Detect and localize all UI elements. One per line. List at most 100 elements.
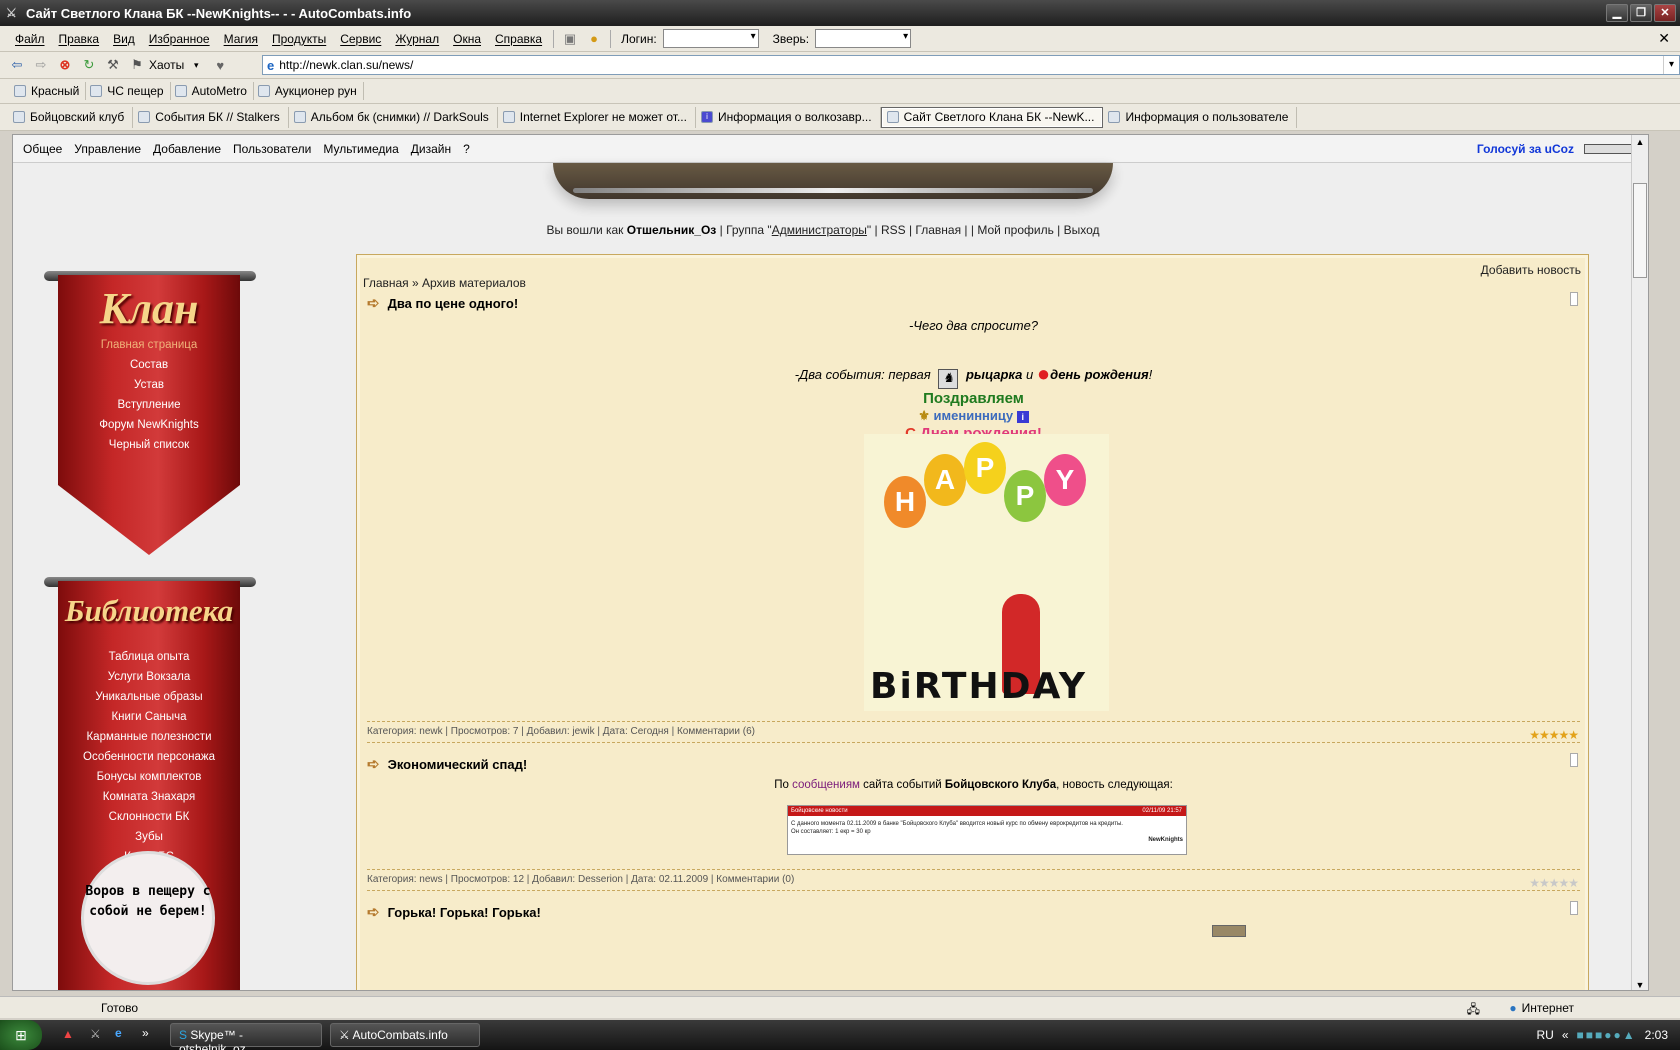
scroll-down-icon[interactable]: ▼ [1633,978,1647,990]
tab-ie-error[interactable]: Internet Explorer не может от... [498,106,696,128]
library-item-unique[interactable]: Уникальные образы [58,687,240,707]
library-item-exp-table[interactable]: Таблица опыта [58,647,240,667]
opacity-slider[interactable] [1584,144,1638,154]
rating-stars[interactable]: ★★★★★ [1529,873,1579,893]
ucoz-menu-design[interactable]: Дизайн [405,142,457,156]
quicklaunch-icon[interactable]: ▲ [62,1027,74,1041]
maximize-button[interactable]: ❐ [1630,4,1652,22]
library-item-station[interactable]: Услуги Вокзала [58,667,240,687]
post-title[interactable]: ➪ Два по цене одного! [367,294,518,312]
link-cs-caves[interactable]: ЧС пещер [86,82,171,100]
castle-icon[interactable]: ▣ [561,30,579,48]
chevron-right-icon[interactable]: » [142,1026,149,1040]
breadcrumb[interactable]: Главная » Архив материалов [363,276,526,290]
chevron-down-icon[interactable]: ▾ [1663,56,1679,74]
edit-icon[interactable] [1570,292,1578,306]
tab-user-info[interactable]: Информация о пользователе [1103,106,1298,128]
clan-item-blacklist[interactable]: Черный список [58,435,240,455]
arrow-icon: ➪ [367,756,380,773]
clan-item-join[interactable]: Вступление [58,395,240,415]
close-button[interactable]: ✕ [1654,4,1676,22]
library-item-healer[interactable]: Комната Знахаря [58,787,240,807]
menu-magic[interactable]: Магия [217,32,265,46]
library-item-alignments[interactable]: Склонности БК [58,807,240,827]
ucoz-menu-add[interactable]: Добавление [147,142,227,156]
menu-windows[interactable]: Окна [446,32,488,46]
back-icon[interactable]: ⇦ [8,56,26,74]
scroll-up-icon[interactable]: ▲ [1633,135,1647,149]
messages-link[interactable]: сообщениям [792,779,860,791]
chevron-down-icon[interactable]: ▾ [187,56,205,74]
clan-panel: Клан Главная страница Состав Устав Вступ… [44,271,256,555]
tab-album[interactable]: Альбом бк (снимки) // DarkSouls [289,106,498,128]
clan-item-forum[interactable]: Форум NewKnights [58,415,240,435]
tab-events[interactable]: События БК // Stalkers [133,106,289,128]
news-screenshot[interactable]: Бойцовские новости 02/11/09 21:57 С данно… [787,805,1187,855]
link-red[interactable]: Красный [10,82,87,100]
menu-view[interactable]: Вид [106,32,142,46]
ucoz-menu-help[interactable]: ? [457,142,476,156]
tab-info-wolf[interactable]: i Информация о волкозавр... [696,106,881,128]
clan-item-charter[interactable]: Устав [58,375,240,395]
haoty-button[interactable]: Хаоты [149,58,184,72]
post-title[interactable]: ➪ Экономический спад! [367,755,527,773]
add-news-link[interactable]: Добавить новость [1481,263,1581,277]
coin-icon[interactable]: ● [585,30,603,48]
user-links[interactable]: " | RSS | Главная | | Мой профиль | Выхо… [867,223,1100,237]
edit-icon[interactable] [1570,753,1578,767]
info-icon[interactable]: i [1016,411,1029,423]
haoty-icon[interactable]: ⚑ [128,56,146,74]
link-autometro[interactable]: AutoMetro [171,82,254,100]
system-tray: RU « ■■■●●▲ 2:03 [1536,1020,1680,1050]
menu-service[interactable]: Сервис [333,32,388,46]
ie-icon[interactable]: e [115,1026,122,1040]
forward-icon[interactable]: ⇨ [32,56,50,74]
username[interactable]: Отшельник_Оз [627,223,717,237]
tab-fight-club[interactable]: Бойцовский клуб [8,106,134,128]
taskbar-skype[interactable]: S Skype™ - otshelnik_oz [170,1023,322,1050]
scroll-thumb[interactable] [1633,183,1647,278]
pet-select[interactable] [815,29,912,48]
post-title[interactable]: ➪ Горька! Горька! Горька! [367,903,541,921]
edit-icon[interactable] [1570,901,1578,915]
login-select[interactable] [662,29,759,48]
minimize-button[interactable]: ▁ [1606,4,1628,22]
stop-icon[interactable]: ⊗ [56,56,74,74]
ucoz-menu-users[interactable]: Пользователи [227,142,317,156]
heart-icon[interactable]: ♥ [211,56,229,74]
quicklaunch-icon[interactable]: ⚔ [90,1027,101,1041]
refresh-icon[interactable]: ↻ [80,56,98,74]
ucoz-menu-multimedia[interactable]: Мультимедиа [317,142,404,156]
chevron-left-icon[interactable]: « [1562,1028,1569,1042]
menu-products[interactable]: Продукты [265,32,333,46]
language-indicator[interactable]: RU [1536,1028,1553,1042]
menu-edit[interactable]: Правка [52,32,107,46]
tools-icon[interactable]: ⚒ [104,56,122,74]
link-rune-auction[interactable]: Аукционер рун [254,82,364,100]
menu-journal[interactable]: Журнал [388,32,446,46]
taskbar-autocombats[interactable]: ⚔ AutoCombats.info [330,1023,480,1047]
library-item-character[interactable]: Особенности персонажа [58,747,240,767]
address-field[interactable]: e http://newk.clan.su/news/ ▾ [262,55,1680,75]
tab-clan-site[interactable]: Сайт Светлого Клана БК --NewK... [880,106,1104,128]
library-item-teeth[interactable]: Зубы [58,827,240,847]
clan-item-roster[interactable]: Состав [58,355,240,375]
menu-favorites[interactable]: Избранное [142,32,217,46]
vertical-scrollbar[interactable]: ▲ ▼ [1631,135,1648,990]
menu-file[interactable]: Файл [8,32,52,46]
tray-icons[interactable]: ■■■●●▲ [1577,1028,1637,1042]
ucoz-menu-general[interactable]: Общее [17,142,68,156]
group-link[interactable]: Администраторы [772,223,867,237]
rating-stars[interactable]: ★★★★★ [1529,725,1579,745]
library-item-set-bonus[interactable]: Бонусы комплектов [58,767,240,787]
clan-item-home[interactable]: Главная страница [58,335,240,355]
library-item-books[interactable]: Книги Саныча [58,707,240,727]
ucoz-menu-manage[interactable]: Управление [68,142,147,156]
library-item-pocket[interactable]: Карманные полезности [58,727,240,747]
stamp-image: Воров в пещеру с собой не берем! [81,851,215,985]
vote-ucoz-link[interactable]: Голосуй за uCoz [1477,142,1574,156]
close-icon[interactable]: ✕ [1658,30,1670,47]
birthday-user[interactable]: именинницу [934,408,1014,423]
menu-help[interactable]: Справка [488,32,549,46]
start-button[interactable]: ⊞ [0,1020,42,1050]
